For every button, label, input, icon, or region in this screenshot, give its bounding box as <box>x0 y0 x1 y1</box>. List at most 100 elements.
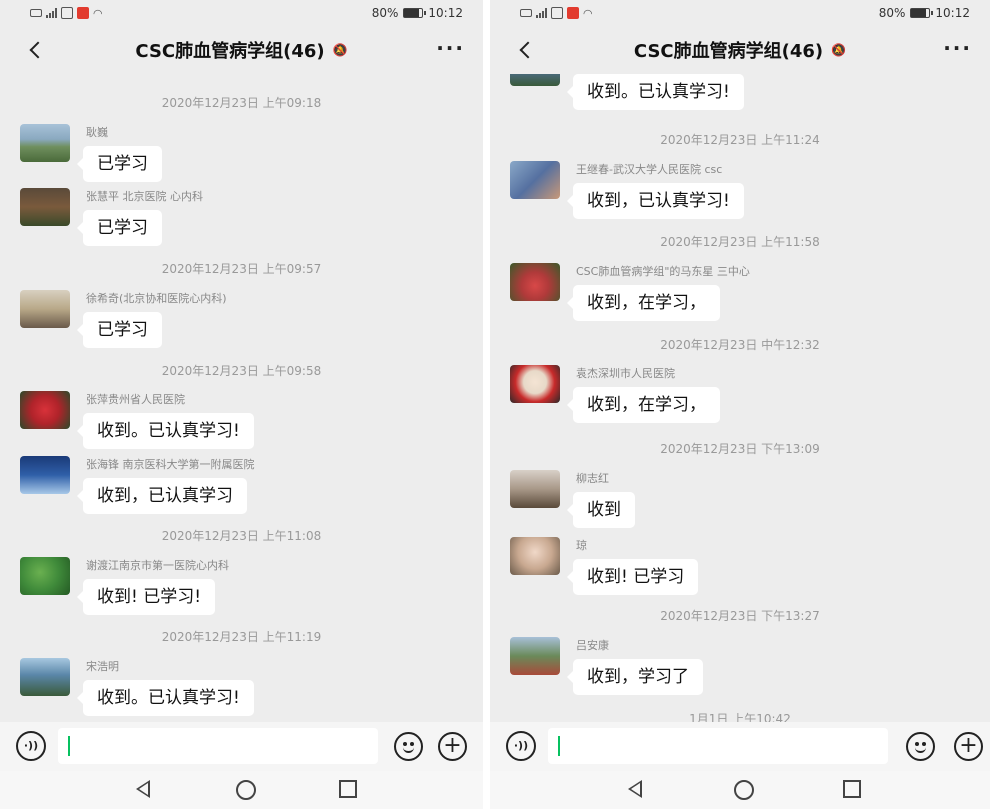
text-cursor <box>558 736 560 756</box>
message-list[interactable]: 收到。已认真学习! 2020年12月23日 上午11:24 王继春-武汉大学人民… <box>490 74 990 722</box>
n-icon <box>61 7 73 19</box>
timestamp: 2020年12月23日 上午09:18 <box>161 96 322 110</box>
clock: 10:12 <box>935 6 970 20</box>
battery-percent: 80% <box>371 6 399 20</box>
battery-percent: 80% <box>878 6 906 20</box>
sender-name: 张海锋 南京医科大学第一附属医院 <box>86 458 255 471</box>
more-icon[interactable]: ··· <box>436 38 465 58</box>
nav-recent-icon[interactable] <box>843 780 861 798</box>
sim-icon <box>520 9 532 17</box>
message-bubble[interactable]: 收到。已认真学习! <box>77 413 254 449</box>
system-nav-bar <box>490 771 990 809</box>
timestamp: 2020年12月23日 下午13:09 <box>660 442 820 456</box>
timestamp: 2020年12月23日 上午11:08 <box>161 529 322 543</box>
timestamp: 2020年12月23日 上午11:58 <box>660 235 820 249</box>
timestamp: 2020年12月23日 上午09:58 <box>161 364 322 378</box>
message-bubble[interactable]: 收到 <box>567 492 635 528</box>
message-bubble[interactable]: 收到，学习了 <box>567 659 703 695</box>
nav-recent-icon[interactable] <box>339 780 357 798</box>
chat-title: CSC肺血管病学组(46) <box>135 41 325 62</box>
avatar[interactable] <box>20 456 70 494</box>
message-bubble[interactable]: 已学习 <box>77 312 162 348</box>
system-nav-bar <box>0 771 483 809</box>
avatar[interactable] <box>510 365 560 403</box>
nav-home-icon[interactable] <box>734 780 754 800</box>
sim-icon <box>30 9 42 17</box>
more-icon[interactable]: ··· <box>943 38 972 58</box>
avatar[interactable] <box>20 188 70 226</box>
divider <box>483 0 490 809</box>
sender-name: 吕安康 <box>576 639 609 652</box>
message-bubble[interactable]: 收到，已认真学习! <box>567 183 744 219</box>
avatar[interactable] <box>20 658 70 696</box>
voice-icon[interactable]: ·)) <box>16 731 46 761</box>
nav-home-icon[interactable] <box>236 780 256 800</box>
nav-back-icon[interactable] <box>136 780 150 798</box>
message-bubble[interactable]: 已学习 <box>77 146 162 182</box>
avatar[interactable] <box>510 74 560 86</box>
sender-name: 琼 <box>576 539 587 552</box>
mute-icon: 🔕 <box>332 43 348 57</box>
battery-icon <box>910 8 934 18</box>
timestamp: 2020年12月23日 中午12:32 <box>660 338 820 352</box>
nav-back-icon[interactable] <box>628 780 642 798</box>
phone-right: ◠ 80% 10:12 CSC肺血管病学组(46) 🔕 ··· 收到。已认真学习… <box>490 0 990 809</box>
timestamp: 1月1日 上午10:42 <box>689 712 791 722</box>
sender-name: 张慧平 北京医院 心内科 <box>86 190 203 203</box>
status-bar: ◠ 80% 10:12 <box>0 0 483 26</box>
avatar[interactable] <box>20 557 70 595</box>
back-icon[interactable] <box>22 36 48 64</box>
avatar[interactable] <box>510 161 560 199</box>
app-notification-icon <box>77 7 89 19</box>
signal-icon <box>46 8 57 18</box>
screenshot: ◠ 80% 10:12 CSC肺血管病学组(46) 🔕 ··· 2020年12月… <box>0 0 990 809</box>
message-bubble[interactable]: 已学习 <box>77 210 162 246</box>
timestamp: 2020年12月23日 上午11:24 <box>660 133 820 147</box>
input-bar: ·)) + <box>0 722 483 771</box>
wifi-icon: ◠ <box>583 6 593 20</box>
status-icons: ◠ <box>520 7 593 20</box>
sender-name: 张萍贵州省人民医院 <box>86 393 185 406</box>
avatar[interactable] <box>20 391 70 429</box>
avatar[interactable] <box>20 124 70 162</box>
avatar[interactable] <box>510 470 560 508</box>
status-bar: ◠ 80% 10:12 <box>490 0 990 26</box>
sender-name: 袁杰深圳市人民医院 <box>576 367 675 380</box>
message-bubble[interactable]: 收到! 已学习! <box>76 579 216 615</box>
chat-header: CSC肺血管病学组(46) 🔕 ··· <box>490 26 990 74</box>
chat-header: CSC肺血管病学组(46) 🔕 ··· <box>0 26 483 74</box>
message-input[interactable] <box>58 728 378 764</box>
message-bubble[interactable]: 收到。已认真学习! <box>77 680 254 716</box>
message-bubble[interactable]: 收到! 已学习 <box>566 559 699 595</box>
mute-icon: 🔕 <box>831 43 847 57</box>
input-bar: ·)) + <box>490 722 990 771</box>
avatar[interactable] <box>510 537 560 575</box>
message-list[interactable]: 2020年12月23日 上午09:18 耿巍 已学习 张慧平 北京医院 心内科 … <box>0 74 483 722</box>
sender-name: 柳志红 <box>576 472 609 485</box>
message-bubble[interactable]: 收到，已认真学习 <box>77 478 247 514</box>
avatar[interactable] <box>510 263 560 301</box>
signal-icon <box>536 8 547 18</box>
battery-icon <box>403 8 427 18</box>
timestamp: 2020年12月23日 下午13:27 <box>660 609 820 623</box>
message-input[interactable] <box>548 728 888 764</box>
emoji-icon[interactable] <box>394 732 423 761</box>
voice-icon[interactable]: ·)) <box>506 731 536 761</box>
avatar[interactable] <box>20 290 70 328</box>
plus-icon[interactable]: + <box>438 732 467 761</box>
sender-name: 谢渡江南京市第一医院心内科 <box>86 559 229 572</box>
message-bubble[interactable]: 收到，在学习， <box>567 285 720 321</box>
phone-left: ◠ 80% 10:12 CSC肺血管病学组(46) 🔕 ··· 2020年12月… <box>0 0 483 809</box>
plus-icon[interactable]: + <box>954 732 983 761</box>
message-bubble[interactable]: 收到，在学习， <box>567 387 720 423</box>
sender-name: 王继春-武汉大学人民医院 csc <box>576 163 723 176</box>
sender-name: 徐希奇(北京协和医院心内科) <box>86 292 227 305</box>
sender-name: CSC肺血管病学组"的马东星 三中心 <box>576 265 750 278</box>
back-icon[interactable] <box>512 36 538 64</box>
clock: 10:12 <box>428 6 463 20</box>
sender-name: 耿巍 <box>86 126 108 139</box>
emoji-icon[interactable] <box>906 732 935 761</box>
avatar[interactable] <box>510 637 560 675</box>
message-bubble[interactable]: 收到。已认真学习! <box>567 74 744 110</box>
chat-title: CSC肺血管病学组(46) <box>633 41 824 62</box>
